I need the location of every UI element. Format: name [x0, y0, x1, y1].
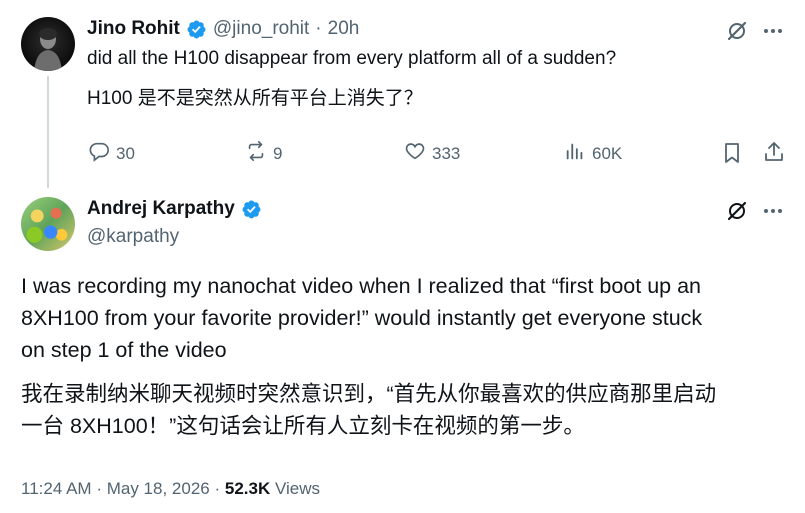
share-icon[interactable]: [762, 140, 786, 169]
verified-badge-icon: [241, 199, 262, 220]
more-icon[interactable]: [761, 19, 785, 48]
separator-dot: ·: [315, 18, 322, 39]
author-handle[interactable]: @jino_rohit: [213, 18, 309, 40]
reply-to-text-en: did all the H100 disappear from every pl…: [87, 48, 617, 69]
avatar-andrej-karpathy[interactable]: [21, 197, 75, 251]
tweet-text-zh-line-2: 一台 8XH100！”这句话会让所有人立刻卡在视频的第一步。: [21, 414, 585, 438]
like-button[interactable]: 333: [404, 140, 460, 167]
reply-to-text-zh: H100 是不是突然从所有平台上消失了？: [87, 88, 423, 109]
repost-icon: [245, 140, 267, 167]
repost-button[interactable]: 9: [245, 140, 282, 167]
verified-badge-icon: [186, 19, 207, 40]
views-label: Views: [274, 479, 321, 498]
reply-icon: [88, 140, 110, 167]
tweet-meta: 11:24 AM · May 18, 2026 · 52.3K Views: [21, 479, 320, 499]
repost-count: 9: [273, 143, 283, 163]
tweet-header: Andrej Karpathy: [87, 198, 262, 220]
like-count: 333: [432, 143, 461, 163]
grok-icon[interactable]: [725, 19, 749, 48]
reply-button[interactable]: 30: [88, 140, 135, 167]
like-icon: [404, 140, 426, 167]
tweet-text-en-line-3: on step 1 of the video: [21, 338, 227, 362]
author-name[interactable]: Andrej Karpathy: [87, 198, 235, 220]
post-time[interactable]: 20h: [328, 18, 360, 40]
views-button[interactable]: 60K: [564, 140, 622, 167]
meta-dot: ·: [214, 479, 221, 498]
tweet-time[interactable]: 11:24 AM: [21, 479, 92, 498]
grok-icon[interactable]: [725, 199, 749, 228]
tweet-date[interactable]: May 18, 2026: [107, 479, 210, 498]
tweet-text-en-line-1: I was recording my nanochat video when I…: [21, 274, 702, 298]
views-icon: [564, 140, 586, 167]
more-icon[interactable]: [761, 199, 785, 228]
reply-count: 30: [116, 143, 135, 163]
tweet-text-en-line-2: 8XH100 from your favorite provider!” wou…: [21, 306, 703, 330]
author-name[interactable]: Jino Rohit: [87, 18, 180, 40]
reply-to-header: Jino Rohit @jino_rohit · 20h: [87, 18, 359, 40]
author-handle[interactable]: @karpathy: [87, 226, 179, 248]
meta-dot: ·: [96, 479, 102, 498]
bookmark-icon[interactable]: [720, 141, 744, 170]
thread-line: [47, 76, 49, 188]
views-count: 52.3K: [224, 479, 271, 498]
views-count: 60K: [592, 143, 623, 163]
avatar-jino-rohit[interactable]: [21, 17, 75, 71]
tweet-text-zh-line-1: 我在录制纳米聊天视频时突然意识到，“首先从你最喜欢的供应商那里启动: [21, 382, 717, 406]
